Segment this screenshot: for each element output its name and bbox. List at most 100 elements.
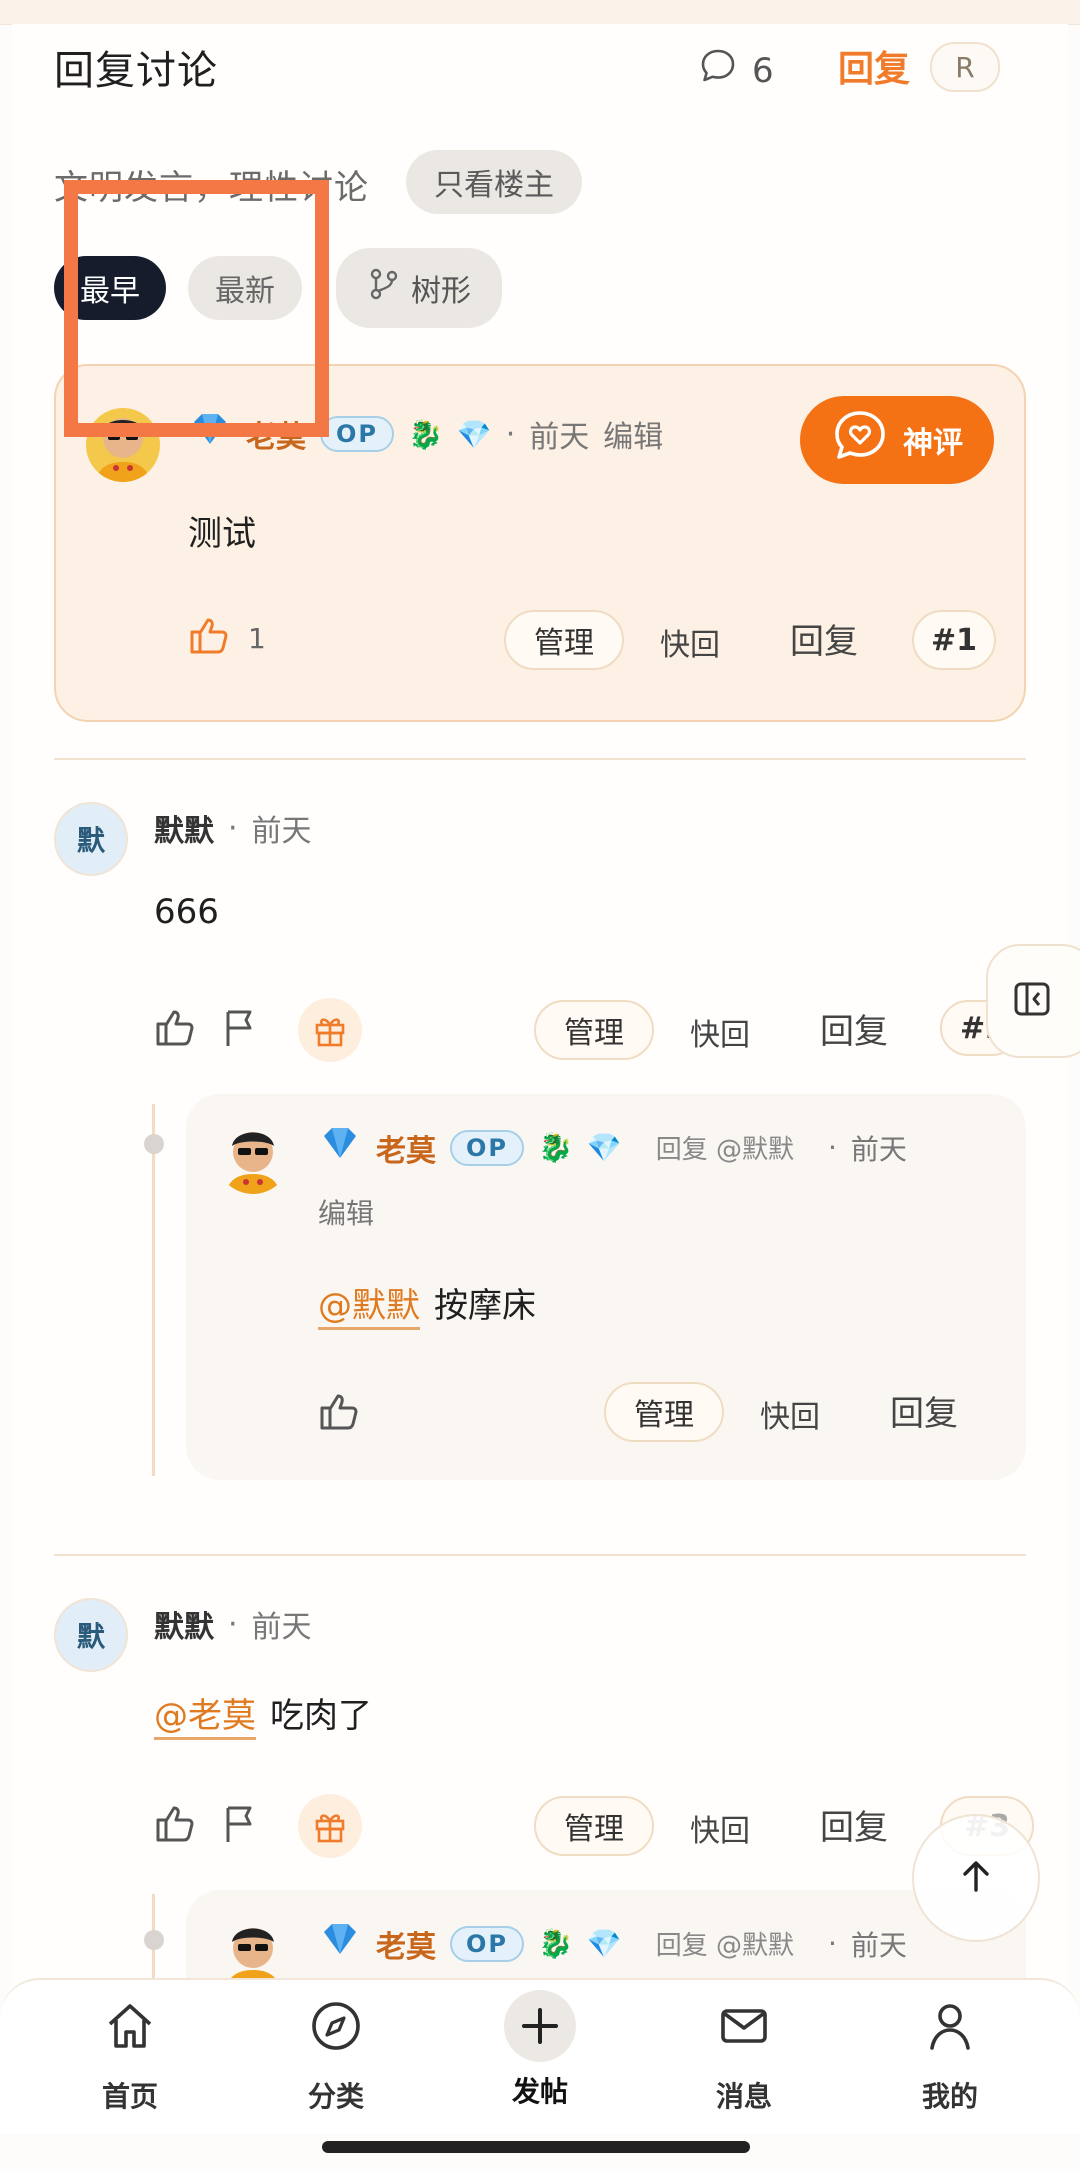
god-comment-label: 神评 <box>903 426 963 461</box>
diamond-level-icon <box>318 1124 362 1171</box>
side-panel-button[interactable] <box>986 944 1080 1058</box>
gem-icon: 💎 <box>586 1131 622 1164</box>
op-edit-link[interactable]: 编辑 <box>603 412 663 456</box>
op-badge: OP <box>450 1925 524 1962</box>
post2-like-icon[interactable] <box>152 1006 196 1054</box>
highlight-box <box>64 180 329 437</box>
nested-reply-button[interactable]: 回复 <box>890 1386 958 1435</box>
comment-icon <box>698 46 738 95</box>
dragon-icon: 🐉 <box>538 1131 573 1164</box>
post2-content: 666 <box>154 892 219 932</box>
post3-author-name[interactable]: 默默 <box>154 1602 214 1646</box>
meta-dot: · <box>828 1131 837 1164</box>
divider <box>54 758 1026 760</box>
comment-count: 6 <box>698 46 774 95</box>
nav-post-label: 发帖 <box>511 2075 568 2108</box>
thread-dot <box>144 1134 164 1154</box>
post3-avatar[interactable]: 默 <box>54 1598 128 1672</box>
post2-time: 前天 <box>251 814 312 849</box>
page-title: 回复讨论 <box>54 48 218 94</box>
op-time: 前天 <box>529 420 590 455</box>
post2-meta-row: 默默 · 前天 <box>154 806 312 850</box>
post3-content: @老莫 吃肉了 <box>154 1688 372 1740</box>
meta-dot: · <box>505 416 516 452</box>
diamond-level-icon <box>318 1920 362 1967</box>
home-icon <box>102 1998 158 2061</box>
post3-mention[interactable]: @老莫 <box>154 1688 256 1740</box>
post2-gift-icon[interactable] <box>298 998 362 1062</box>
plus-icon <box>504 1990 576 2062</box>
meta-dot: · <box>228 1606 238 1642</box>
home-indicator <box>322 2141 750 2153</box>
bottom-nav: 首页 分类 发帖 消息 我的 <box>0 1978 1080 2134</box>
nested-time: 前天 <box>850 1132 907 1166</box>
op-floor-number: #1 <box>912 610 996 670</box>
post3-flag-icon[interactable] <box>220 1802 260 1850</box>
god-comment-button[interactable]: 神评 <box>800 396 994 484</box>
post2-quick-reply[interactable]: 快回 <box>690 1010 750 1054</box>
nav-home[interactable]: 首页 <box>60 1998 200 2115</box>
post2-flag-icon[interactable] <box>220 1006 260 1054</box>
nested-like-icon[interactable] <box>316 1390 360 1438</box>
reply-shortcut-badge: R <box>930 42 1000 92</box>
op-like-group[interactable]: 1 <box>186 614 266 662</box>
header-reply-link[interactable]: 回复 <box>838 40 910 92</box>
nav-category[interactable]: 分类 <box>266 1998 406 2115</box>
nested-mention[interactable]: @默默 <box>318 1278 420 1330</box>
post2-manage-button[interactable]: 管理 <box>534 1000 654 1060</box>
op-manage-button[interactable]: 管理 <box>504 610 624 670</box>
divider <box>54 1554 1026 1556</box>
nav-me-label: 我的 <box>921 2080 978 2113</box>
nested-avatar[interactable] <box>216 1120 290 1194</box>
op-reply-button[interactable]: 回复 <box>790 614 858 663</box>
thread-line <box>152 1104 155 1476</box>
nested-meta-row: 老莫 OP 🐉 💎 回复 @默默 · 前天 <box>318 1920 907 1967</box>
gem-icon: 💎 <box>586 1927 622 1960</box>
thumbs-up-icon <box>186 614 230 662</box>
op-quick-reply[interactable]: 快回 <box>660 620 720 664</box>
post3-reply-button[interactable]: 回复 <box>820 1800 888 1849</box>
meta-dot: · <box>228 810 238 846</box>
nav-me[interactable]: 我的 <box>880 1998 1020 2115</box>
nested-author-name[interactable]: 老莫 <box>376 1922 436 1966</box>
back-to-top-button[interactable] <box>912 1814 1040 1942</box>
top-strip <box>0 0 1080 25</box>
nested-manage-button[interactable]: 管理 <box>604 1382 724 1442</box>
sort-tree-tab[interactable]: 树形 <box>336 248 502 328</box>
nested-edit-link[interactable]: 编辑 <box>318 1192 374 1232</box>
sort-tree-label: 树形 <box>411 274 471 309</box>
post3-gift-icon[interactable] <box>298 1794 362 1858</box>
dragon-icon: 🐉 <box>408 417 443 451</box>
post2-reply-button[interactable]: 回复 <box>820 1004 888 1053</box>
op-badge: OP <box>450 1129 524 1166</box>
post3-quick-reply[interactable]: 快回 <box>690 1806 750 1850</box>
op-like-count: 1 <box>248 621 266 655</box>
panel-toggle-icon <box>1012 979 1052 1023</box>
thread-dot <box>144 1930 164 1950</box>
op-content: 测试 <box>188 514 256 554</box>
nav-post[interactable]: 发帖 <box>470 1990 610 2110</box>
nested-reply-to[interactable]: 回复 @默默 <box>656 1925 794 1962</box>
op-badge: OP <box>320 416 394 452</box>
nested-author-name[interactable]: 老莫 <box>376 1126 436 1170</box>
gem-icon: 💎 <box>456 417 492 451</box>
nested-time: 前天 <box>850 1928 907 1962</box>
post3-content-text: 吃肉了 <box>270 1696 372 1736</box>
post2-author-name[interactable]: 默默 <box>154 806 214 850</box>
post3-like-icon[interactable] <box>152 1802 196 1850</box>
post3-time: 前天 <box>251 1610 312 1645</box>
meta-dot: · <box>828 1927 837 1960</box>
nested-content: @默默 按摩床 <box>318 1278 536 1330</box>
arrow-up-icon <box>956 1856 996 1900</box>
post3-manage-button[interactable]: 管理 <box>534 1796 654 1856</box>
comment-count-value: 6 <box>752 50 774 91</box>
post3-meta-row: 默默 · 前天 <box>154 1602 312 1646</box>
nested-reply-to[interactable]: 回复 @默默 <box>656 1129 794 1166</box>
nested-quick-reply[interactable]: 快回 <box>760 1392 820 1436</box>
nav-messages[interactable]: 消息 <box>674 1998 814 2115</box>
nav-home-label: 首页 <box>101 2080 158 2113</box>
dragon-icon: 🐉 <box>538 1927 573 1960</box>
only-op-button[interactable]: 只看楼主 <box>406 150 582 214</box>
post2-avatar[interactable]: 默 <box>54 802 128 876</box>
user-icon <box>922 1998 978 2061</box>
